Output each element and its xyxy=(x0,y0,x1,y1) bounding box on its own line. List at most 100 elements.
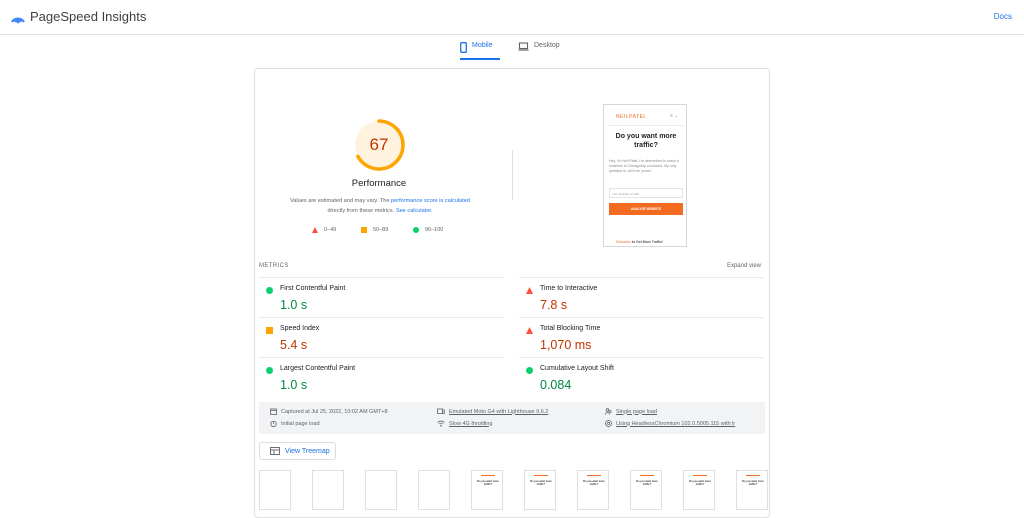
screenshot-menu-icon: ≡ ⌄ xyxy=(670,113,679,119)
top-bar: PageSpeed Insights Docs xyxy=(0,0,1024,35)
tab-mobile-label: Mobile xyxy=(472,42,493,49)
browser-text: Using HeadlessChromium 102.0.5005.115 wi… xyxy=(616,420,736,427)
screenshot-footer: Subscribe to Get More Traffic! xyxy=(616,240,663,244)
filmstrip-frame: Do you want more traffic? xyxy=(683,470,715,510)
browser-version[interactable]: Using HeadlessChromium 102.0.5005.115 wi… xyxy=(605,420,735,427)
metric-value: 5.4 s xyxy=(280,338,308,352)
metric-name: Largest Contentful Paint xyxy=(280,365,356,372)
filmstrip-frame-blank xyxy=(312,470,344,510)
expand-view-toggle[interactable]: Expand view xyxy=(727,263,761,269)
initial-page-load: Initial page load xyxy=(270,420,320,427)
laptop-icon xyxy=(518,42,529,51)
score-disclaimer: Values are estimated and may vary. The p… xyxy=(266,196,494,216)
view-treemap-label: View Treemap xyxy=(285,447,330,455)
green-circle-icon xyxy=(413,227,419,233)
filmstrip-frame: Do you want more traffic? xyxy=(736,470,768,510)
device-tabs: Mobile Desktop xyxy=(0,36,1024,60)
timer-icon xyxy=(270,420,277,427)
docs-link[interactable]: Docs xyxy=(994,12,1012,21)
calendar-icon xyxy=(270,408,277,415)
disclaimer-text-2: directly from these metrics. xyxy=(327,208,395,214)
session-type[interactable]: Single page load xyxy=(605,408,657,415)
filmstrip-frame-blank xyxy=(365,470,397,510)
tab-desktop[interactable]: Desktop xyxy=(518,42,568,60)
tab-mobile[interactable]: Mobile xyxy=(460,42,500,60)
device-text: Emulated Moto G4 with Lighthouse 9.6.2 xyxy=(449,408,549,415)
screenshot-footer-text: to Get More Traffic! xyxy=(632,240,664,244)
calculator-link[interactable]: See calculator. xyxy=(396,208,433,214)
chromium-icon xyxy=(605,420,612,427)
filmstrip-frame: Do you want more traffic? xyxy=(524,470,556,510)
filmstrip-frame-blank xyxy=(418,470,450,510)
score-legend: 0–49 50–89 90–100 xyxy=(312,227,462,237)
captured-text: Captured at Jul 25, 2022, 10:02 AM GMT+8 xyxy=(281,408,388,415)
filmstrip-frame: Do you want more traffic? xyxy=(630,470,662,510)
network-throttling[interactable]: Slow 4G throttling xyxy=(437,420,492,427)
pass-circle-icon xyxy=(526,367,533,374)
filmstrip-frame: Do you want more traffic? xyxy=(577,470,609,510)
pass-circle-icon xyxy=(266,367,273,374)
metric-value: 1.0 s xyxy=(280,378,308,392)
thumb-headline: Do you want more traffic? xyxy=(583,480,605,486)
metric-value: 1,070 ms xyxy=(540,338,592,352)
pagespeed-logo-icon[interactable] xyxy=(10,10,26,24)
screenshot-analyze-button: ANALYZE WEBSITE xyxy=(609,203,683,215)
view-treemap-button[interactable]: View Treemap xyxy=(259,442,336,460)
metric-name: Speed Index xyxy=(280,325,320,332)
screenshot-divider xyxy=(608,125,684,126)
thumb-headline: Do you want more traffic? xyxy=(636,480,658,486)
metric-value: 1.0 s xyxy=(280,298,308,312)
metric-value: 7.8 s xyxy=(540,298,568,312)
metric-name: Total Blocking Time xyxy=(540,325,601,332)
metrics-heading: METRICS xyxy=(259,263,289,269)
screenshot-body: Hey, I'm Neil Patel. I'm determined to m… xyxy=(609,159,679,173)
runtime-settings: Captured at Jul 25, 2022, 10:02 AM GMT+8… xyxy=(259,402,765,434)
emulated-device[interactable]: Emulated Moto G4 with Lighthouse 9.6.2 xyxy=(437,408,548,415)
legend-average-label: 50–89 xyxy=(373,227,389,233)
wifi-icon xyxy=(437,420,445,427)
metric-fcp: First Contentful Paint 1.0 s xyxy=(259,277,504,317)
average-square-icon xyxy=(266,327,273,334)
final-screenshot[interactable]: NEILPATEL ≡ ⌄ Do you want more traffic? … xyxy=(603,104,687,247)
metric-name: Time to Interactive xyxy=(540,285,598,292)
red-triangle-icon xyxy=(312,227,318,233)
metric-name: Cumulative Layout Shift xyxy=(540,365,614,372)
performance-score-link[interactable]: performance score is calculated xyxy=(391,198,470,204)
tab-desktop-label: Desktop xyxy=(534,42,560,49)
legend-fail: 0–49 xyxy=(312,227,336,233)
initial-load-text: Initial page load xyxy=(281,420,320,427)
app-title[interactable]: PageSpeed Insights xyxy=(30,9,146,24)
legend-pass: 90–100 xyxy=(413,227,443,233)
people-icon xyxy=(605,408,612,415)
pass-circle-icon xyxy=(266,287,273,294)
filmstrip-frame-blank xyxy=(259,470,291,510)
device-icon xyxy=(437,408,445,414)
metric-tbt: Total Blocking Time 1,070 ms xyxy=(519,317,764,357)
fail-triangle-icon xyxy=(526,327,533,334)
disclaimer-text: Values are estimated and may vary. The xyxy=(289,198,390,204)
session-text: Single page load xyxy=(616,408,657,415)
screenshot-footer-link: Subscribe xyxy=(616,240,632,244)
metric-speed-index: Speed Index 5.4 s xyxy=(259,317,504,357)
screenshot-headline: Do you want more traffic? xyxy=(615,133,677,149)
treemap-icon xyxy=(270,447,280,455)
orange-square-icon xyxy=(361,227,367,233)
performance-label: Performance xyxy=(351,178,407,189)
thumb-headline: Do you want more traffic? xyxy=(742,480,764,486)
performance-score: 67 xyxy=(369,135,389,154)
filmstrip-frame: Do you want more traffic? xyxy=(471,470,503,510)
metric-value: 0.084 xyxy=(540,378,572,392)
thumb-headline: Do you want more traffic? xyxy=(530,480,552,486)
screenshot-logo: NEILPATEL xyxy=(616,114,647,120)
throttling-text: Slow 4G throttling xyxy=(449,420,493,427)
metric-cls: Cumulative Layout Shift 0.084 xyxy=(519,357,764,397)
metric-tti: Time to Interactive 7.8 s xyxy=(519,277,764,317)
metric-lcp: Largest Contentful Paint 1.0 s xyxy=(259,357,504,397)
legend-fail-label: 0–49 xyxy=(324,227,337,233)
fail-triangle-icon xyxy=(526,287,533,294)
thumb-headline: Do you want more traffic? xyxy=(477,480,499,486)
captured-at: Captured at Jul 25, 2022, 10:02 AM GMT+8 xyxy=(270,408,388,415)
legend-average: 50–89 xyxy=(361,227,388,233)
smartphone-icon xyxy=(460,42,467,53)
screenshot-url-input: Your website or URL xyxy=(609,188,683,198)
